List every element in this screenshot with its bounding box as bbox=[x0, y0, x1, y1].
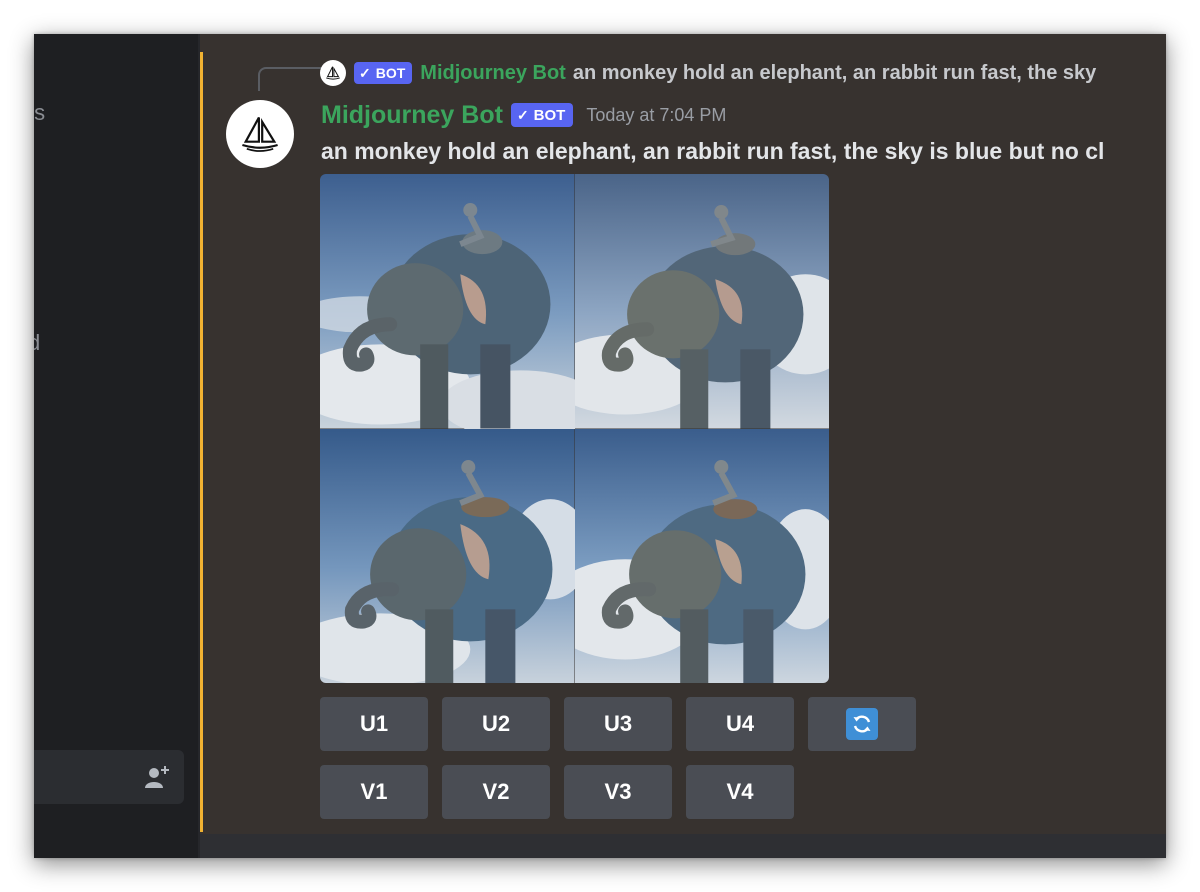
generated-image-1[interactable] bbox=[320, 174, 575, 429]
generated-image-4[interactable] bbox=[574, 428, 829, 683]
upscale-button-3[interactable]: U3 bbox=[564, 697, 672, 751]
mention-highlight-bar bbox=[200, 52, 203, 832]
variation-button-4[interactable]: V4 bbox=[686, 765, 794, 819]
message-header: Midjourney Bot ✓ BOT Today at 7:04 PM bbox=[321, 98, 726, 132]
prompt-text: an monkey hold an elephant, an rabbit ru… bbox=[321, 138, 1105, 164]
discord-window: ts d ✓ bbox=[34, 34, 1166, 858]
variation-button-row: V1 V2 V3 V4 bbox=[320, 765, 794, 819]
image-grid[interactable] bbox=[320, 174, 829, 683]
variation-button-2[interactable]: V2 bbox=[442, 765, 550, 819]
upscale-button-4[interactable]: U4 bbox=[686, 697, 794, 751]
add-friend-icon[interactable] bbox=[144, 764, 170, 795]
variation-button-1[interactable]: V1 bbox=[320, 765, 428, 819]
invite-panel bbox=[34, 750, 184, 804]
sidebar-item-partial[interactable]: ts bbox=[34, 100, 45, 126]
bot-badge: ✓ BOT bbox=[510, 103, 574, 127]
generated-image-3[interactable] bbox=[320, 428, 575, 683]
sidebar-item-partial[interactable]: d bbox=[34, 330, 40, 356]
avatar[interactable] bbox=[226, 100, 294, 168]
reply-username[interactable]: Midjourney Bot bbox=[420, 62, 566, 85]
reply-text[interactable]: an monkey hold an elephant, an rabbit ru… bbox=[573, 62, 1096, 85]
timestamp: Today at 7:04 PM bbox=[586, 104, 727, 125]
upscale-button-1[interactable]: U1 bbox=[320, 697, 428, 751]
channel-sidebar: ts d bbox=[34, 34, 198, 858]
check-icon: ✓ bbox=[359, 64, 371, 81]
bot-badge: ✓ BOT bbox=[354, 62, 413, 84]
reply-preview[interactable]: ✓ BOT Midjourney Bot an monkey hold an e… bbox=[320, 58, 1096, 88]
upscale-button-row: U1 U2 U3 U4 bbox=[320, 697, 916, 751]
chat-area: ✓ BOT Midjourney Bot an monkey hold an e… bbox=[200, 34, 1166, 858]
reply-avatar[interactable] bbox=[320, 60, 346, 86]
sailboat-icon bbox=[326, 66, 340, 80]
sailboat-icon bbox=[242, 116, 278, 152]
reply-connector bbox=[258, 67, 322, 91]
check-icon: ✓ bbox=[516, 106, 529, 123]
chat-bottom-strip bbox=[200, 834, 1166, 858]
username[interactable]: Midjourney Bot bbox=[321, 101, 503, 130]
reroll-button[interactable] bbox=[808, 697, 916, 751]
upscale-button-2[interactable]: U2 bbox=[442, 697, 550, 751]
variation-button-3[interactable]: V3 bbox=[564, 765, 672, 819]
generated-image-2[interactable] bbox=[574, 174, 829, 429]
refresh-icon bbox=[846, 708, 878, 740]
